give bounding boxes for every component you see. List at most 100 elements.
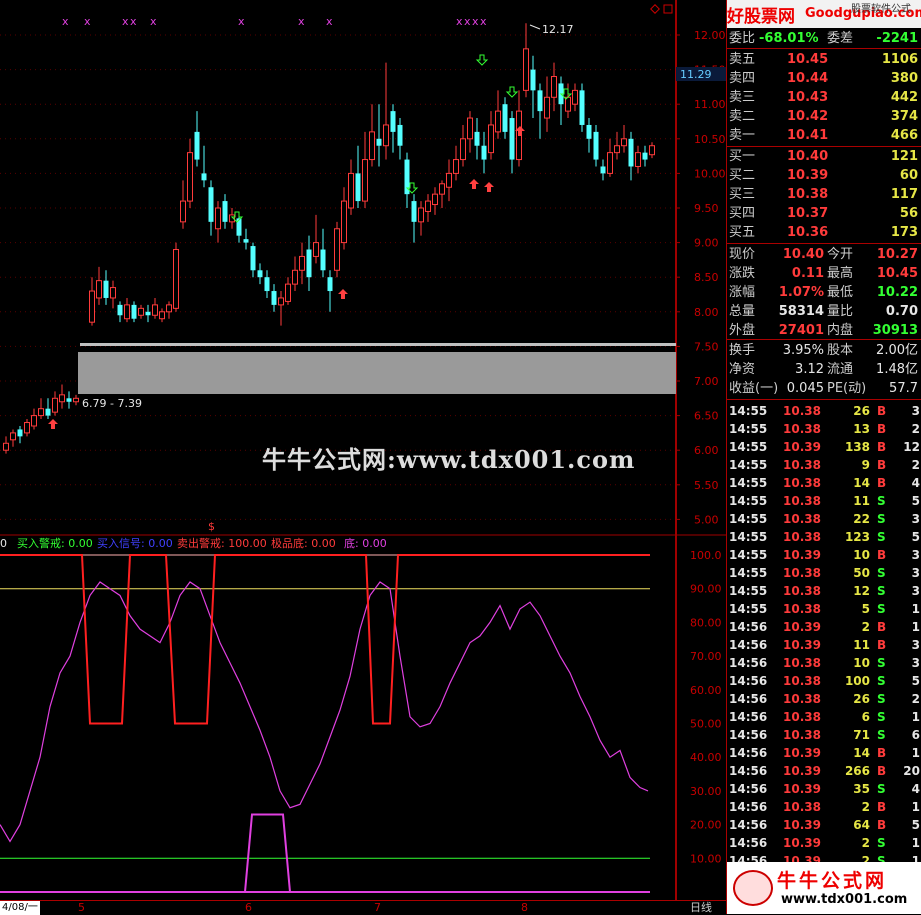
osc-axis-label: 50.00	[690, 718, 722, 731]
site-banner: 好股票网 Goodgupiao.com 股票软件公式	[727, 0, 921, 28]
stat-value: 0.70	[885, 304, 918, 319]
tick-volume: 6	[861, 710, 870, 724]
osc-axis-label: 10.00	[690, 852, 722, 865]
indicator-legend-item: 买入信号: 0.00	[97, 537, 173, 550]
buy-level-label: 买五	[729, 225, 756, 240]
candle-body-up	[621, 138, 627, 147]
tick-side: B	[877, 404, 887, 418]
tick-count: 1	[911, 602, 920, 616]
kline-chart-area[interactable]: x x x x x x x x x x x x 6.79 - 7.39 12.17 $0 买入警戒: 0.00…	[0, 0, 676, 900]
buy-level-row: 买三 10.38 117	[727, 186, 921, 203]
tick-row: 14:55 10.39 10 B 3	[727, 546, 921, 564]
tick-volume: 138	[844, 440, 870, 454]
tick-side: B	[877, 620, 887, 634]
tick-row: 14:56 10.38 100 S 5	[727, 672, 921, 690]
tick-count: 1	[911, 746, 920, 760]
tick-price: 10.39	[783, 764, 821, 778]
tick-price: 10.39	[783, 620, 821, 634]
tick-side: S	[877, 782, 886, 796]
tick-side: B	[877, 800, 887, 814]
signal-x-marker: x	[150, 15, 157, 28]
buy-level-label: 买三	[729, 187, 756, 202]
tick-count: 3	[911, 584, 920, 598]
candle-body-up	[635, 152, 641, 167]
tick-side: B	[877, 746, 887, 760]
stat-value: 30913	[872, 323, 918, 338]
tick-price: 10.39	[783, 548, 821, 562]
candle-body-up	[334, 228, 340, 271]
tick-price: 10.38	[783, 728, 821, 742]
tick-count: 1	[911, 620, 920, 634]
buy-level-volume: 117	[890, 187, 918, 202]
sell-level-label: 卖四	[729, 71, 756, 86]
period-label[interactable]: 日线	[690, 901, 712, 915]
tick-price: 10.38	[783, 566, 821, 580]
tick-time: 14:56	[729, 656, 768, 670]
candle-body-up	[383, 124, 389, 147]
tick-time: 14:56	[729, 836, 768, 850]
price-axis-label: 10.00	[694, 167, 726, 180]
candle-body-down	[502, 104, 508, 132]
tick-time: 14:55	[729, 602, 768, 616]
tick-volume: 123	[844, 530, 870, 544]
footer-logo-box: 牛牛公式网 www.tdx001.com	[727, 862, 921, 914]
fund-label: 换手	[729, 343, 756, 358]
sell-level-volume: 442	[890, 90, 918, 105]
price-axis-label: 11.00	[694, 98, 726, 111]
price-axis-label: 10.50	[694, 133, 726, 146]
tick-price: 10.38	[783, 602, 821, 616]
fund-row: 换手 3.95% 股本 2.00亿	[727, 342, 921, 359]
buy-level-price: 10.37	[787, 206, 829, 221]
fund-row: 净资 3.12 流通 1.48亿	[727, 361, 921, 378]
signal-x-marker: x	[326, 15, 333, 28]
date-label-2: 6	[245, 901, 252, 914]
stat-value: 10.45	[876, 266, 918, 281]
tick-count: 3	[911, 656, 920, 670]
buy-level-volume: 56	[899, 206, 918, 221]
date-label-1: 5	[78, 901, 85, 914]
tick-side: B	[877, 458, 887, 472]
tick-time: 14:56	[729, 782, 768, 796]
tick-row: 14:56 10.39 64 B 5	[727, 816, 921, 834]
stat-row: 外盘 27401 内盘 30913	[727, 322, 921, 339]
candle-body-down	[530, 69, 536, 91]
candle-body-up	[73, 397, 79, 403]
candle-body-up	[173, 249, 179, 309]
buy-level-row: 买二 10.39 60	[727, 167, 921, 184]
indicator-legend-item: 0	[0, 537, 7, 550]
range-band	[78, 352, 676, 394]
candle-body-down	[117, 304, 123, 316]
tick-row: 14:56 10.39 35 S 4	[727, 780, 921, 798]
tick-price: 10.38	[783, 800, 821, 814]
tick-row: 14:56 10.38 2 B 1	[727, 798, 921, 816]
price-axis: 12.0011.5011.0010.5010.009.509.008.508.0…	[676, 0, 726, 900]
stat-label: 涨跌	[729, 266, 756, 281]
price-axis-label: 7.00	[694, 375, 719, 388]
candle-body-up	[614, 145, 620, 154]
tick-price: 10.39	[783, 440, 821, 454]
stat-row: 涨幅 1.07% 最低 10.22	[727, 284, 921, 301]
sell-level-price: 10.43	[787, 90, 829, 105]
tick-price: 10.38	[783, 422, 821, 436]
signal-x-marker: x	[456, 15, 463, 28]
candle-body-up	[285, 283, 291, 302]
candle-body-up	[166, 304, 172, 313]
weicha-value: -2241	[876, 31, 918, 46]
tick-price: 10.38	[783, 494, 821, 508]
tick-row: 14:55 10.38 12 S 3	[727, 582, 921, 600]
buy-level-volume: 121	[890, 149, 918, 164]
candle-body-up	[572, 89, 578, 105]
candle-body-down	[66, 398, 72, 402]
tick-count: 3	[911, 638, 920, 652]
price-axis-label: 5.50	[694, 479, 719, 492]
fund-value: 1.48亿	[876, 362, 918, 377]
candle-body-up	[110, 287, 116, 299]
tick-side: B	[877, 548, 887, 562]
candle-body-down	[537, 90, 543, 112]
candle-body-down	[390, 111, 396, 132]
tick-side: S	[877, 512, 886, 526]
tick-count: 4	[911, 476, 920, 490]
osc-axis-label: 80.00	[690, 616, 722, 629]
candle-body-up	[488, 124, 494, 154]
candle-body-up	[607, 152, 613, 174]
